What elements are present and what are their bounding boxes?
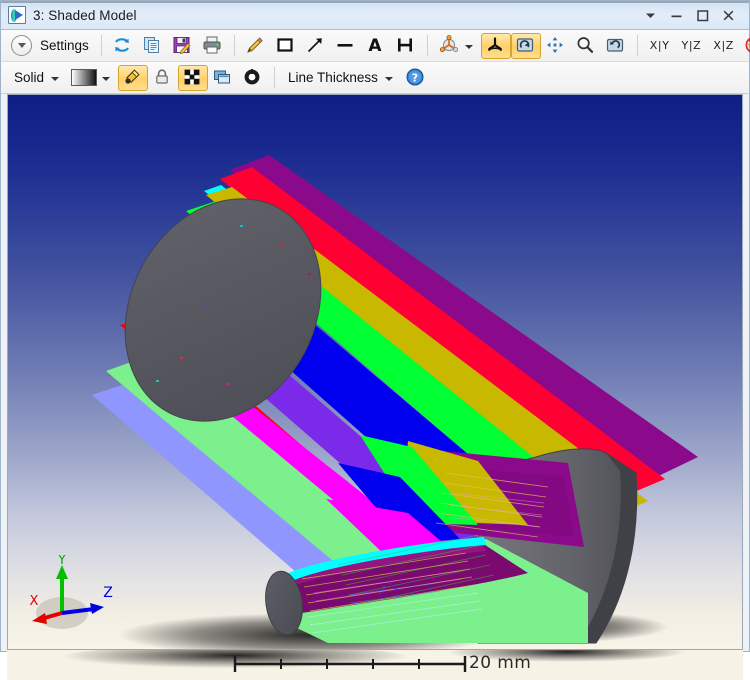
plane-yz-button[interactable]: Y|Z: [676, 33, 708, 59]
toolbar-separator: [233, 35, 235, 56]
refresh-button[interactable]: [108, 33, 138, 59]
help-button[interactable]: ?: [401, 65, 431, 91]
refresh-icon: [112, 35, 134, 57]
chevron-down-icon: [51, 76, 60, 81]
plane-xz-button[interactable]: X|Z: [707, 33, 740, 59]
toolbar-primary: Settings A X|Y Y|Z X|Z: [1, 30, 750, 62]
copy-icon: [142, 35, 164, 57]
render-mode-dropdown[interactable]: Solid: [7, 65, 67, 91]
close-button[interactable]: [715, 4, 741, 26]
help-icon: ?: [405, 67, 427, 89]
copy-button[interactable]: [138, 33, 168, 59]
flashlight-icon: [122, 67, 144, 89]
rotate-3d-button[interactable]: [480, 32, 511, 59]
axis-label-y: Y: [57, 555, 66, 568]
pan-button[interactable]: [541, 33, 571, 59]
center-target-button[interactable]: [238, 65, 268, 91]
toolbar-separator: [636, 35, 638, 56]
line-thickness-label: Line Thickness: [288, 70, 378, 85]
line-thickness-dropdown[interactable]: Line Thickness: [281, 65, 401, 91]
reset-view-icon: [605, 35, 627, 57]
dimension-tool-button[interactable]: [391, 33, 421, 59]
save-button[interactable]: [168, 33, 198, 59]
axis-label-z: Z: [103, 585, 113, 601]
zoom-button[interactable]: [571, 33, 601, 59]
plane-xy-button[interactable]: X|Y: [644, 33, 676, 59]
toolbar-separator: [274, 67, 276, 88]
rectangle-tool-button[interactable]: [271, 33, 301, 59]
toolbar-separator: [100, 35, 102, 56]
annotate-pencil-button[interactable]: [241, 33, 271, 59]
title-bar: 3: Shaded Model: [1, 1, 749, 30]
print-button[interactable]: [198, 33, 228, 59]
arrow-tool-button[interactable]: [301, 33, 331, 59]
scale-bar-label: 20 mm: [469, 653, 532, 673]
line-icon: [335, 35, 357, 57]
line-tool-button[interactable]: [331, 33, 361, 59]
optical-model-scene: [8, 95, 742, 649]
maximize-button[interactable]: [689, 4, 715, 26]
hide-rays-button[interactable]: [740, 33, 750, 59]
rectangle-icon: [275, 35, 297, 57]
3d-shaded-model-viewport[interactable]: Y X Z: [7, 94, 743, 650]
fit-to-window-button[interactable]: [178, 64, 209, 91]
lock-view-button[interactable]: [148, 65, 178, 91]
arrow-icon: [305, 35, 327, 57]
orientation-icon: [438, 34, 460, 57]
window-menu-button[interactable]: [637, 4, 663, 26]
scale-bar-strip: 20 mm: [7, 650, 743, 680]
toolbar-separator: [426, 35, 428, 56]
window-controls: [637, 4, 749, 26]
fit-window-icon: [182, 67, 204, 89]
scale-bar: [60, 650, 687, 672]
minimize-button[interactable]: [663, 4, 689, 26]
settings-button[interactable]: Settings: [7, 33, 95, 59]
dimension-icon: [395, 35, 417, 57]
plane-xy-label: X|Y: [649, 39, 670, 52]
render-mode-label: Solid: [14, 70, 45, 85]
tile-windows-button[interactable]: [208, 65, 238, 91]
print-icon: [202, 35, 224, 57]
save-icon: [172, 35, 194, 57]
plane-xz-label: X|Z: [713, 39, 734, 52]
rotate-view-button[interactable]: [510, 32, 541, 59]
chevron-down-icon: [102, 76, 111, 81]
tile-windows-icon: [212, 67, 234, 89]
window-title: 3: Shaded Model: [33, 7, 137, 23]
pencil-icon: [245, 35, 267, 57]
plane-yz-label: Y|Z: [681, 39, 702, 52]
chevron-down-icon: [464, 44, 473, 49]
axis-label-x: X: [30, 594, 39, 609]
reset-view-button[interactable]: [601, 33, 631, 59]
chevron-down-circle-icon: [11, 35, 32, 56]
orientation-button[interactable]: [434, 33, 481, 59]
shaded-model-window: 3: Shaded Model Settings A X|Y Y|Z X|Z S…: [0, 0, 750, 680]
pan-icon: [545, 35, 567, 57]
rotate-3d-icon: [485, 35, 507, 57]
svg-text:?: ?: [412, 71, 418, 84]
lighting-button[interactable]: [118, 64, 149, 91]
background-gradient-dropdown[interactable]: [67, 65, 118, 91]
svg-text:A: A: [368, 36, 382, 55]
rotate-view-icon: [515, 35, 537, 57]
target-icon: [242, 67, 264, 89]
zoom-icon: [575, 35, 597, 57]
axis-triad: Y X Z: [22, 553, 118, 633]
toolbar-secondary: Solid Line Thickness ?: [1, 62, 749, 94]
settings-label: Settings: [40, 38, 89, 53]
text-icon: A: [365, 35, 387, 57]
chevron-down-icon: [384, 76, 393, 81]
lock-icon: [152, 67, 174, 89]
text-tool-button[interactable]: A: [361, 33, 391, 59]
gradient-swatch: [71, 69, 98, 86]
no-rays-icon: [744, 35, 750, 57]
shaded-model-icon: [8, 6, 26, 24]
